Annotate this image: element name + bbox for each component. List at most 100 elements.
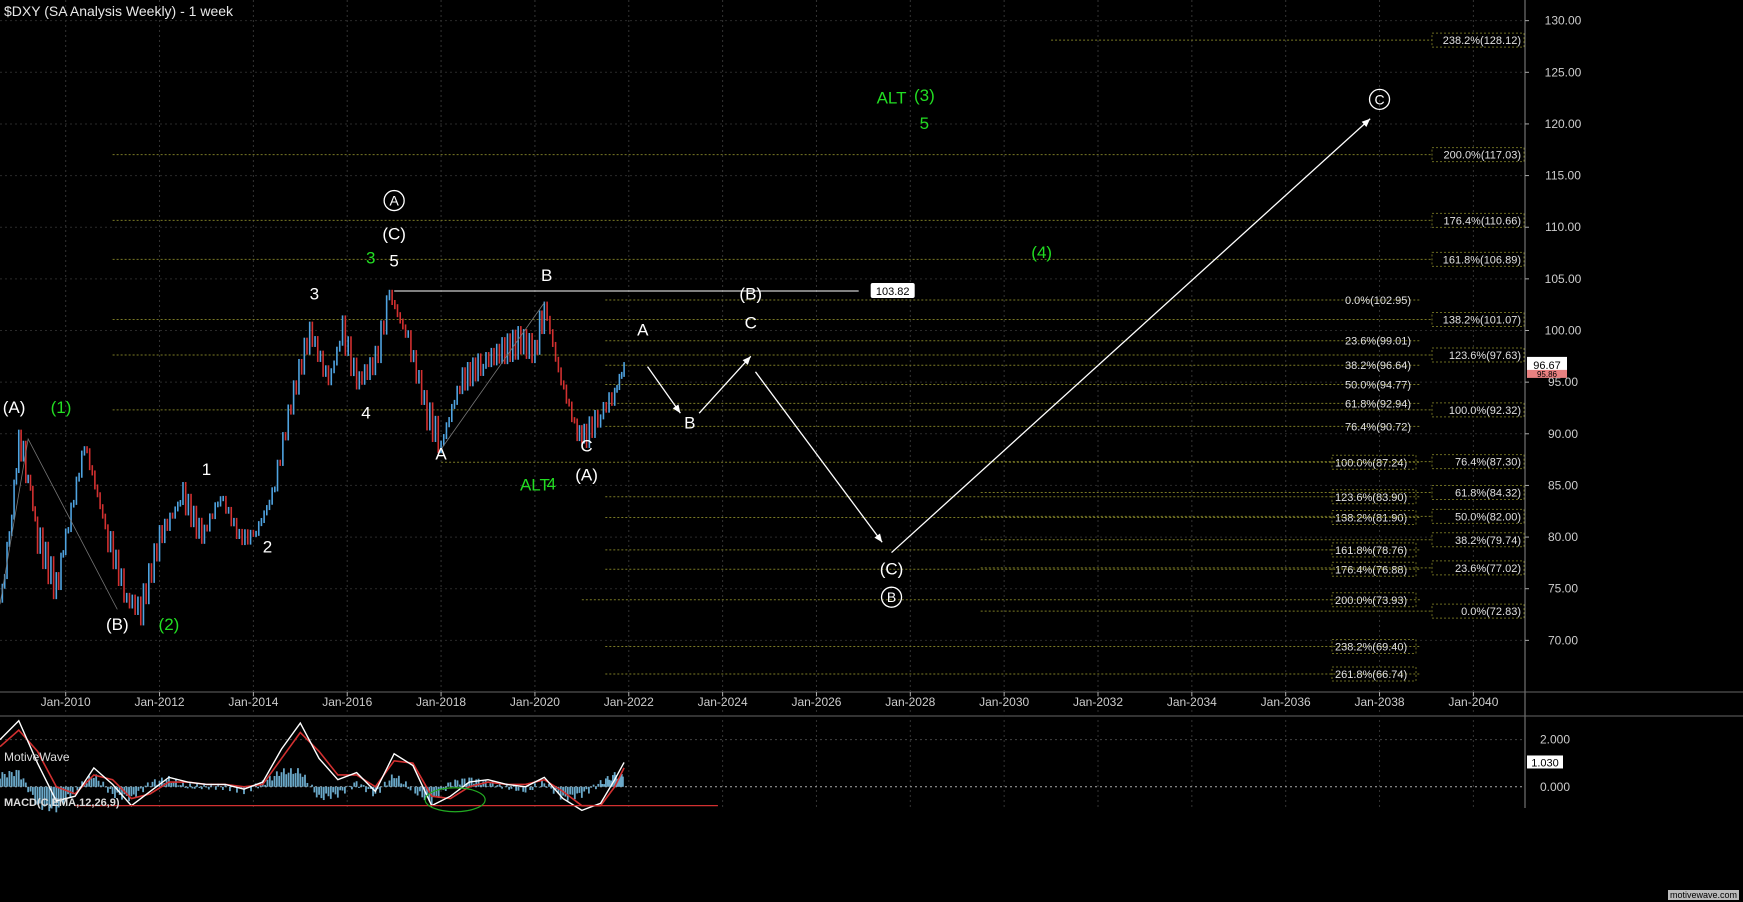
wave-label: C [745,313,757,332]
x-tick-label: Jan-2020 [510,695,560,709]
macd-tick-label: 0.000 [1540,780,1570,794]
x-tick-label: Jan-2012 [135,695,185,709]
wave-label: 5 [389,251,398,270]
x-tick-label: Jan-2030 [979,695,1029,709]
macd-title: MACD(C,EMA,12,26,9) [4,797,120,809]
wave-label: 1 [202,460,211,479]
fib-label: 176.4%(76.88) [1335,564,1407,576]
x-tick-label: Jan-2040 [1448,695,1498,709]
y-tick-label: 115.00 [1545,169,1581,183]
fib-label: 61.8%(84.32) [1455,487,1521,499]
fib-label: 200.0%(117.03) [1444,150,1521,162]
wave-label: 4 [361,403,370,422]
wave-label: 5 [920,114,929,133]
arrow-head [874,533,883,543]
x-tick-label: Jan-2034 [1167,695,1217,709]
fib-label: 161.8%(106.89) [1443,254,1521,266]
fib-label: 100.0%(87.24) [1335,457,1407,469]
chart-canvas: 100.0%(87.24) 123.6%(83.90) 138.2%(81.90) 1… [0,0,1743,813]
fib-label: 138.2%(81.90) [1335,512,1407,524]
wave-label: (4) [1031,243,1052,262]
wave-label: ALT [520,476,550,495]
fib-label: 76.4%(87.30) [1455,457,1521,469]
fib-label: 238.2%(128.12) [1443,35,1521,47]
fib-label: 123.6%(83.90) [1335,492,1407,504]
fib-label: 138.2%(101.07) [1443,314,1521,326]
circled-wave-label: C [1374,91,1384,107]
wave-label: 2 [263,538,272,557]
wave-annotations: 103.82(A) (1)(B) (2)12343 5(C)ABC(A)ALT4AB(… [0,86,1391,634]
wave-label: 3 [366,248,375,267]
fib-label: 200.0%(73.93) [1335,595,1407,607]
x-tick-label: Jan-2016 [322,695,372,709]
arrow-head [672,404,681,414]
macd-tick-label: 2.000 [1540,733,1570,747]
resistance-label: 103.82 [876,286,910,298]
wave-label: (C) [382,225,406,244]
macd-highlight-ellipse [424,787,486,813]
y-tick-label: 100.00 [1545,324,1582,338]
x-tick-label: Jan-2032 [1073,695,1123,709]
prev-price-text: 95.86 [1537,370,1558,379]
y-tick-label: 130.00 [1545,14,1582,28]
fib-label: 0.0%(102.95) [1345,295,1411,307]
projection-arrow [891,118,1371,554]
y-tick-label: 125.00 [1545,65,1582,79]
y-tick-label: 80.00 [1548,530,1578,544]
fib-label: 38.2%(96.64) [1345,360,1411,372]
wave-label: ALT [877,88,907,107]
wave-label: (C) [880,559,904,578]
wave-label: (2) [159,615,180,634]
x-tick-label: Jan-2036 [1261,695,1311,709]
wave-label: 3 [310,285,319,304]
wave-label: (3) [914,86,935,105]
x-tick-label: Jan-2024 [698,695,748,709]
wave-label: (1) [51,398,72,417]
wave-label: (A) [3,398,26,417]
circled-wave-label: A [389,193,399,209]
fib-label: 238.2%(69.40) [1335,642,1407,654]
x-tick-label: Jan-2026 [791,695,841,709]
fib-label: 23.6%(77.02) [1455,563,1521,575]
y-tick-label: 70.00 [1548,633,1578,647]
price-axis: 70.0075.0080.0085.0090.0095.00100.00105.… [1525,14,1582,647]
wave-label: B [684,414,695,433]
x-tick-label: Jan-2014 [228,695,278,709]
fib-label: 38.2%(79.74) [1455,535,1521,547]
x-tick-label: Jan-2038 [1355,695,1405,709]
wave-label: 4 [547,475,556,494]
y-tick-label: 90.00 [1548,427,1578,441]
wave-label: A [637,321,649,340]
y-tick-label: 75.00 [1548,582,1578,596]
wave-label: A [435,445,447,464]
projection-arrow [647,366,681,414]
time-axis: Jan-2010 Jan-2012 Jan-2014 Jan-2016 Jan-2018… [41,692,1499,709]
circled-wave-label: B [887,589,896,605]
fib-label: 161.8%(78.76) [1335,545,1407,557]
y-tick-label: 85.00 [1548,478,1578,492]
x-tick-label: Jan-2028 [885,695,935,709]
fib-label: 50.0%(82.00) [1455,511,1521,523]
fib-label: 123.6%(97.63) [1449,350,1521,362]
fib-label: 176.4%(110.66) [1444,215,1521,227]
fib-label: 0.0%(72.83) [1461,606,1521,618]
y-tick-label: 110.00 [1545,220,1581,234]
wave-label: (B) [106,615,129,634]
fib-label: 61.8%(92.94) [1345,398,1411,410]
x-tick-label: Jan-2010 [41,695,91,709]
fib-label: 100.0%(92.32) [1449,405,1521,417]
fib-label: 76.4%(90.72) [1345,421,1411,433]
chart-title: $DXY (SA Analysis Weekly) - 1 week [4,3,234,19]
fib-label: 50.0%(94.77) [1345,380,1411,392]
wave-label: B [541,266,552,285]
macd-panel: 2.000 0.000 1.030 [0,719,1570,813]
fib-label: 261.8%(66.74) [1335,669,1407,681]
macd-value-text: 1.030 [1531,757,1559,769]
x-tick-label: Jan-2018 [416,695,466,709]
wave-label: (A) [575,465,598,484]
brand-label: MotiveWave [4,750,70,764]
footer-brand: motivewave.com [1667,890,1739,900]
fibonacci-levels: 100.0%(87.24) 123.6%(83.90) 138.2%(81.90) 1… [112,32,1525,682]
fib-label: 23.6%(99.01) [1345,336,1411,348]
wave-label: C [580,436,592,455]
